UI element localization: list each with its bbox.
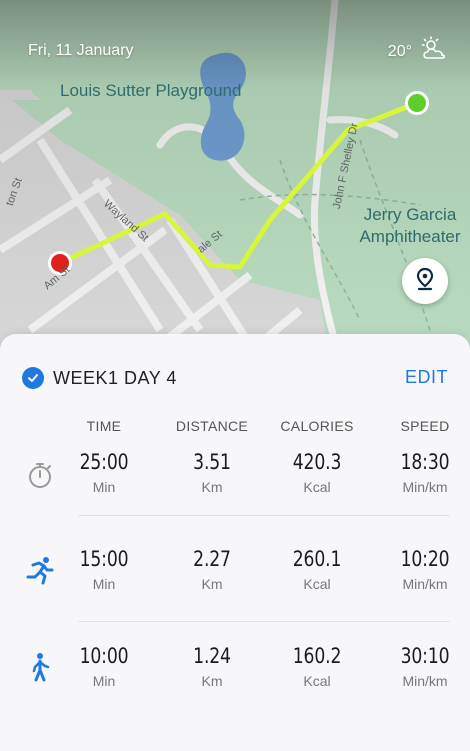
workout-summary-panel: WEEK1 DAY 4 EDIT TIME DISTANCE CALORIES … [0,334,470,751]
walking-icon [25,652,55,682]
column-header-distance: DISTANCE [175,418,249,434]
workout-header: WEEK1 DAY 4 EDIT [22,364,448,392]
stats-row-walking: 10:00 Min 1.24 Km 160.2 Kcal 30:10 Min/km [0,644,470,724]
stat-speed: 10:20 [400,547,450,571]
stat-calories: 260.1 [292,547,342,571]
place-label-playground: Louis Sutter Playground [60,81,242,100]
temperature: 20° [387,42,412,60]
column-header-speed: SPEED [400,418,450,434]
stat-calories-unit: Kcal [303,576,331,592]
stats-row-total: 25:00 Min 3.51 Km 420.3 Kcal 18:30 Min/km [0,450,470,530]
column-headers: TIME DISTANCE CALORIES SPEED [0,418,470,438]
status-bar: Fri, 11 January 20° [28,36,448,64]
stat-speed-unit: Min/km [402,576,448,592]
stat-distance: 2.27 [193,547,231,571]
stat-time: 15:00 [79,547,129,571]
stat-distance-unit: Km [201,479,223,495]
stat-distance-unit: Km [201,576,223,592]
stat-time-unit: Min [92,673,116,689]
running-icon [25,555,55,585]
stat-time-unit: Min [92,479,116,495]
stat-speed: 30:10 [400,644,450,668]
stat-time: 10:00 [79,644,129,668]
stat-distance: 1.24 [193,644,231,668]
stat-distance-unit: Km [201,673,223,689]
stat-time: 25:00 [79,450,129,474]
route-map[interactable]: Louis Sutter Playground Jerry Garcia Amp… [0,0,470,360]
locate-button[interactable] [402,258,448,304]
row-divider [78,515,450,516]
check-circle-icon [22,367,44,389]
row-divider [78,621,450,622]
edit-button[interactable]: EDIT [405,367,448,388]
location-pin-icon [414,267,436,296]
stat-calories-unit: Kcal [303,479,331,495]
stat-distance: 3.51 [193,450,231,474]
place-label-amphitheater: Jerry Garcia Amphitheater [359,205,461,246]
stat-calories-unit: Kcal [303,673,331,689]
stats-row-running: 15:00 Min 2.27 Km 260.1 Kcal 10:20 Min/km [0,547,470,627]
stat-calories: 420.3 [292,450,342,474]
stat-calories: 160.2 [292,644,342,668]
date-label: Fri, 11 January [28,42,134,59]
stat-speed: 18:30 [400,450,450,474]
workout-title: WEEK1 DAY 4 [53,367,177,388]
partly-cloudy-icon [418,36,448,67]
stat-speed-unit: Min/km [402,673,448,689]
stat-time-unit: Min [92,576,116,592]
stopwatch-icon [25,460,55,490]
stat-speed-unit: Min/km [402,479,448,495]
column-header-calories: CALORIES [280,418,354,434]
weather: 20° [388,36,448,67]
column-header-time: TIME [86,418,122,434]
